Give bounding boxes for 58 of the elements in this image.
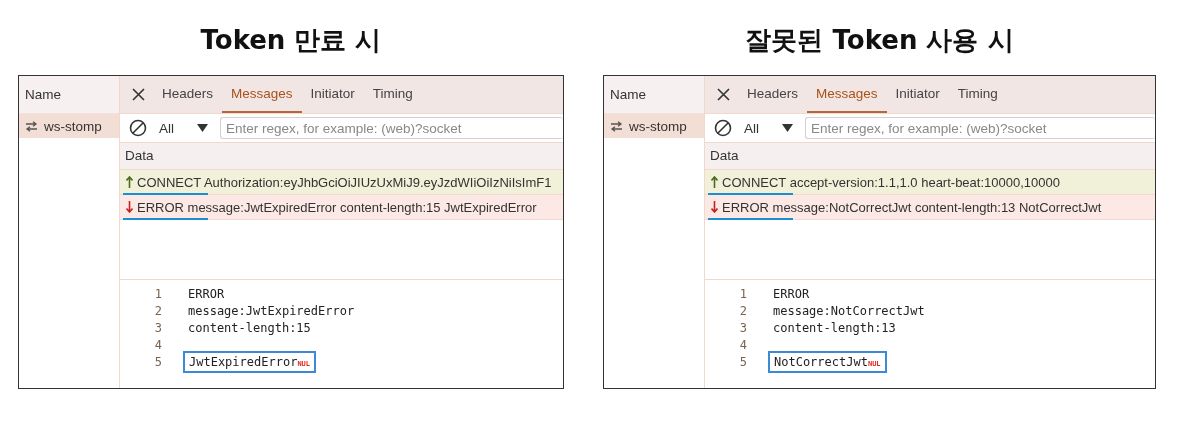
tab[interactable]: Headers bbox=[153, 76, 223, 113]
code-line: message:JwtExpiredError bbox=[187, 302, 356, 320]
message-row[interactable]: ERROR message:JwtExpiredError content-length:15 JwtExpiredError bbox=[120, 195, 563, 220]
caret-icon[interactable] bbox=[197, 124, 208, 132]
request-name: ws-stomp bbox=[629, 118, 687, 134]
line-number: 5 bbox=[738, 354, 747, 369]
code-line: message:NotCorrectJwt bbox=[772, 302, 926, 320]
tab[interactable]: Initiator bbox=[886, 76, 949, 113]
tab[interactable]: Messages bbox=[222, 76, 302, 113]
message-text: CONNECT Authorization:eyJhbGciOiJIUzUxMiJ9.eyJzdWIiOiIzNiIsImF1 bbox=[137, 174, 552, 190]
request-item[interactable]: ws-stomp bbox=[604, 114, 704, 138]
line-number: 4 bbox=[153, 337, 162, 352]
message-row[interactable]: ERROR message:NotCorrectJwt content-length:13 NotCorrectJwt bbox=[705, 195, 1155, 220]
down-arrow-icon bbox=[711, 201, 718, 213]
line-number: 1 bbox=[153, 286, 162, 301]
line-number: 2 bbox=[153, 303, 162, 318]
regex-filter-field[interactable]: Enter regex, for example: (web)?socket bbox=[220, 117, 563, 139]
tab[interactable]: Timing bbox=[948, 76, 1007, 113]
request-item[interactable]: ws-stomp bbox=[19, 114, 119, 138]
column-header: Name bbox=[604, 76, 704, 114]
close-icon[interactable] bbox=[717, 88, 730, 101]
code-line: ERROR bbox=[772, 285, 811, 303]
line-number: 2 bbox=[738, 303, 747, 318]
request-name: ws-stomp bbox=[44, 118, 102, 134]
line-number: 4 bbox=[738, 337, 747, 352]
tab[interactable]: Initiator bbox=[301, 76, 364, 113]
code-line: content-length:15 bbox=[187, 319, 312, 337]
close-icon[interactable] bbox=[132, 88, 145, 101]
caret-icon[interactable] bbox=[782, 124, 793, 132]
section-title: 잘못된 Token 사용 시 bbox=[744, 24, 1015, 57]
message-row[interactable]: CONNECT accept-version:1.1,1.0 heart-beat:10000,10000 bbox=[705, 170, 1155, 195]
up-arrow-icon bbox=[126, 176, 133, 188]
tab[interactable]: Timing bbox=[363, 76, 422, 113]
code-line: content-length:13 bbox=[772, 319, 897, 337]
swap-arrows-icon bbox=[610, 120, 623, 132]
type-filter-label[interactable]: All bbox=[159, 120, 193, 136]
line-number: 3 bbox=[153, 320, 162, 335]
type-filter-label[interactable]: All bbox=[744, 120, 778, 136]
code-line: ERROR bbox=[187, 285, 226, 303]
regex-filter-field[interactable]: Enter regex, for example: (web)?socket bbox=[805, 117, 1155, 139]
clear-icon[interactable] bbox=[129, 119, 147, 137]
section-title: Token 만료 시 bbox=[199, 24, 383, 57]
clear-icon[interactable] bbox=[714, 119, 732, 137]
column-header: Data bbox=[705, 143, 1155, 170]
swap-arrows-icon bbox=[25, 120, 38, 132]
message-text: ERROR message:JwtExpiredError content-length:15 JwtExpiredError bbox=[137, 199, 537, 215]
line-number: 1 bbox=[738, 286, 747, 301]
message-row[interactable]: CONNECT Authorization:eyJhbGciOiJIUzUxMiJ9.eyJzdWIiOiIzNiIsImF1 bbox=[120, 170, 563, 195]
tab[interactable]: Headers bbox=[738, 76, 808, 113]
down-arrow-icon bbox=[126, 201, 133, 213]
message-text: ERROR message:NotCorrectJwt content-length:13 NotCorrectJwt bbox=[722, 199, 1102, 215]
column-header: Data bbox=[120, 143, 563, 170]
column-header: Name bbox=[19, 76, 119, 114]
up-arrow-icon bbox=[711, 176, 718, 188]
line-number: 3 bbox=[738, 320, 747, 335]
tab[interactable]: Messages bbox=[807, 76, 887, 113]
line-number: 5 bbox=[153, 354, 162, 369]
message-text: CONNECT accept-version:1.1,1.0 heart-beat:10000,10000 bbox=[722, 174, 1060, 190]
